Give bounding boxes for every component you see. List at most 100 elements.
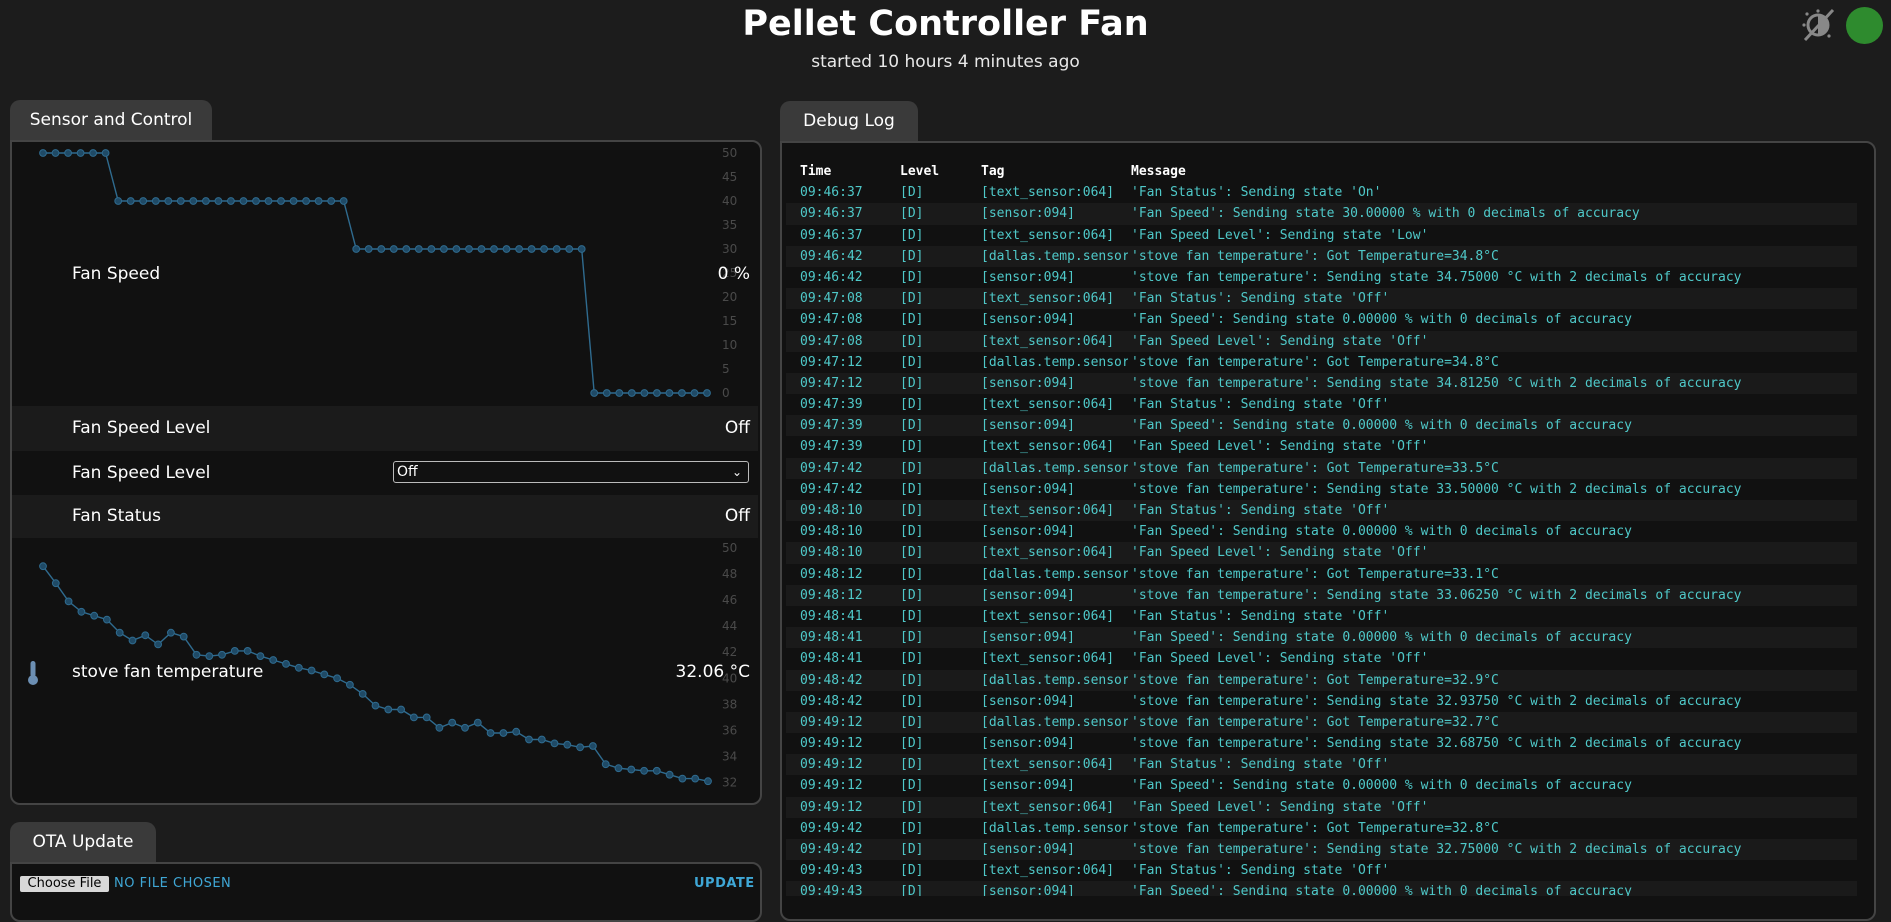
data-point (243, 647, 252, 655)
data-point (422, 713, 431, 722)
tab-ota-update[interactable]: OTA Update (10, 822, 156, 862)
y-tick-label: 15 (722, 314, 737, 328)
fan-status-value: Off (724, 506, 750, 526)
log-cell-time: 09:48:41 (800, 630, 863, 646)
log-header-level: Level (900, 164, 940, 179)
log-cell-tag: [dallas.temp.sensor:054] (981, 248, 1128, 264)
data-point (627, 765, 636, 774)
log-cell-tag: [text_sensor:064] (981, 503, 1115, 518)
data-point (154, 640, 163, 649)
y-tick-label: 46 (722, 593, 737, 607)
log-cell-tag: [sensor:094] (981, 481, 1075, 497)
log-row: 09:48:10 [D] [sensor:094] 'Fan Speed': Send… (786, 521, 1857, 542)
log-cell-message: 'Fan Speed Level': Sending state 'Off' (1131, 333, 1429, 349)
data-point (563, 740, 572, 749)
data-point (550, 739, 559, 748)
log-cell-tag: [sensor:094] (981, 630, 1075, 646)
log-cell-level: [D] (900, 248, 924, 264)
data-point (465, 245, 473, 253)
update-button[interactable]: UPDATE (694, 876, 755, 892)
log-cell-level: [D] (900, 397, 924, 413)
log-row: 09:48:12 [D] [dallas.temp.sensor:054]'stov… (786, 564, 1857, 585)
log-cell-level: [D] (900, 714, 924, 730)
tab-debug-log[interactable]: Debug Log (780, 101, 918, 141)
log-cell-message: 'Fan Status': Sending state 'Off' (1131, 397, 1390, 413)
y-tick-label: 36 (722, 723, 737, 737)
data-point (690, 389, 699, 397)
log-cell-tag: [sensor:094] (981, 524, 1075, 540)
log-cell-level: [D] (900, 884, 924, 896)
log-cell-time: 09:47:08 (800, 312, 863, 328)
data-point (502, 245, 511, 253)
log-row: 09:47:39 [D] [text_sensor:064] 'Fan Speed L… (786, 436, 1857, 457)
data-point (614, 764, 623, 773)
data-point (640, 389, 649, 397)
y-tick-label: 34 (722, 749, 737, 763)
select-value: Off (397, 464, 418, 480)
log-cell-time: 09:47:42 (800, 460, 863, 476)
tab-sensor-and-control[interactable]: Sensor and Control (10, 100, 212, 140)
log-row: 09:49:12 [D] [sensor:094] 'Fan Speed': Send… (786, 775, 1857, 796)
data-point (402, 245, 411, 253)
log-row: 09:47:12 [D] [dallas.temp.sensor:054]'stov… (786, 352, 1857, 373)
fan-status-row: Fan Status Off (12, 495, 758, 538)
log-cell-message: 'stove fan temperature': Sending state 3… (1131, 587, 1742, 603)
log-cell-time: 09:48:10 (800, 503, 863, 518)
data-point (540, 245, 548, 253)
data-point (128, 636, 137, 645)
data-point (473, 718, 482, 727)
data-point (294, 663, 303, 672)
log-cell-message: 'Fan Speed Level': Sending state 'Off' (1131, 439, 1429, 455)
data-point (39, 149, 47, 157)
log-cell-tag: [dallas.temp.sensor:054] (981, 460, 1128, 476)
data-point (164, 197, 173, 205)
log-row: 09:49:42 [D] [dallas.temp.sensor:054]'stov… (786, 818, 1857, 839)
connection-status-indicator (1846, 7, 1883, 44)
log-cell-message: 'Fan Status': Sending state 'Off' (1131, 757, 1390, 773)
data-point (227, 197, 235, 205)
data-point (389, 245, 398, 253)
data-point (205, 652, 214, 660)
log-row: 09:49:43 [D] [sensor:094] 'Fan Speed': Send… (786, 881, 1857, 896)
data-point (90, 611, 99, 620)
log-cell-message: 'Fan Speed': Sending state 0.00000 % wit… (1131, 884, 1632, 896)
log-cell-time: 09:49:12 (800, 799, 863, 815)
log-cell-level: [D] (900, 863, 924, 879)
log-cell-level: [D] (900, 778, 924, 794)
data-point (89, 149, 97, 157)
log-cell-level: [D] (900, 185, 924, 201)
log-cell-message: 'stove fan temperature': Sending state 3… (1131, 736, 1742, 752)
theme-toggle-icon[interactable] (1799, 6, 1837, 44)
data-point (377, 245, 386, 253)
y-tick-label: 50 (722, 541, 737, 555)
chevron-down-icon: ⌄ (731, 465, 742, 479)
log-cell-level: [D] (900, 651, 924, 667)
fan-speed-level-select[interactable]: Off ⌄ (393, 461, 749, 483)
log-cell-level: [D] (900, 693, 924, 709)
data-point (704, 777, 712, 786)
log-cell-message: 'Fan Speed Level': Sending state 'Low' (1131, 227, 1429, 243)
log-cell-time: 09:46:37 (800, 206, 863, 222)
data-point (477, 245, 486, 253)
temperature-row: 50 48 46 44 42 40 38 36 34 32 stove fan temperatu… (12, 538, 758, 802)
choose-file-button[interactable]: Choose File (20, 876, 109, 892)
log-cell-tag: [dallas.temp.sensor:054] (981, 566, 1128, 582)
data-point (371, 701, 380, 710)
temperature-value: 32.06 °C (675, 662, 750, 682)
y-tick-label: 32 (722, 775, 737, 789)
data-point (346, 680, 354, 689)
log-cell-tag: [text_sensor:064] (981, 608, 1115, 624)
log-cell-time: 09:47:08 (800, 333, 863, 349)
log-cell-time: 09:49:12 (800, 778, 863, 794)
ota-panel (10, 862, 762, 922)
log-cell-message: 'stove fan temperature': Sending state 3… (1131, 842, 1742, 857)
log-cell-time: 09:48:12 (800, 566, 863, 582)
data-point (39, 562, 47, 571)
page-title: Pellet Controller Fan (742, 4, 1149, 44)
log-cell-level: [D] (900, 354, 924, 370)
data-point (552, 245, 561, 253)
log-row: 09:46:37 [D] [sensor:094] 'Fan Speed': Send… (786, 203, 1857, 225)
log-header-tag: Tag (981, 164, 1005, 179)
data-point (269, 656, 278, 664)
temperature-label: stove fan temperature (72, 662, 264, 682)
